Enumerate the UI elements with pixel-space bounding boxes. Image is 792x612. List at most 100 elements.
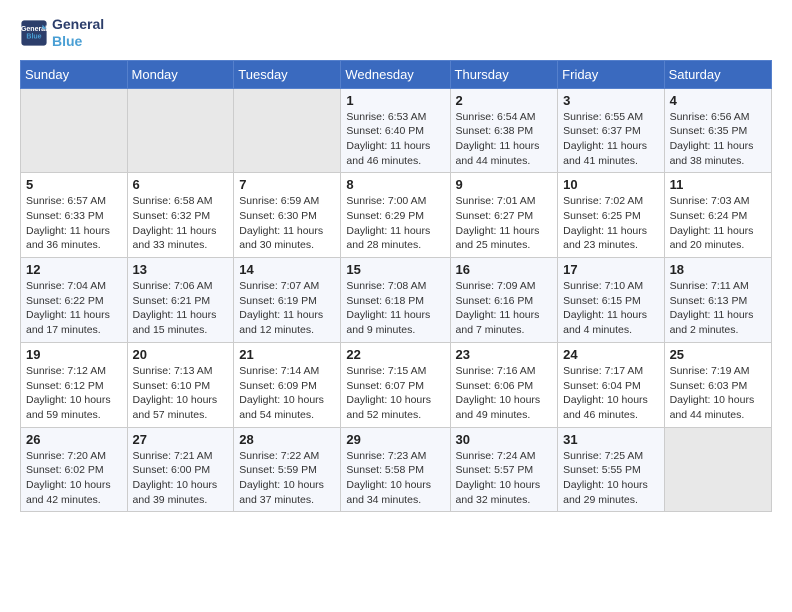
day-info: Sunrise: 6:58 AM Sunset: 6:32 PM Dayligh…: [133, 194, 229, 253]
day-number: 23: [456, 347, 553, 362]
calendar-header: SundayMondayTuesdayWednesdayThursdayFrid…: [21, 60, 772, 88]
day-info: Sunrise: 7:17 AM Sunset: 6:04 PM Dayligh…: [563, 364, 658, 423]
calendar-cell: 5 Sunrise: 6:57 AM Sunset: 6:33 PM Daylig…: [21, 173, 128, 258]
calendar-cell: 16Sunrise: 7:09 AM Sunset: 6:16 PM Dayli…: [450, 258, 558, 343]
day-info: Sunrise: 7:01 AM Sunset: 6:27 PM Dayligh…: [456, 194, 553, 253]
day-info: Sunrise: 7:25 AM Sunset: 5:55 PM Dayligh…: [563, 449, 658, 508]
weekday-header-saturday: Saturday: [664, 60, 771, 88]
weekday-header-thursday: Thursday: [450, 60, 558, 88]
calendar-week-5: 26Sunrise: 7:20 AM Sunset: 6:02 PM Dayli…: [21, 427, 772, 512]
day-number: 8: [346, 177, 444, 192]
day-number: 6: [133, 177, 229, 192]
day-number: 21: [239, 347, 335, 362]
day-number: 3: [563, 93, 658, 108]
calendar-cell: 15Sunrise: 7:08 AM Sunset: 6:18 PM Dayli…: [341, 258, 450, 343]
day-info: Sunrise: 7:15 AM Sunset: 6:07 PM Dayligh…: [346, 364, 444, 423]
day-info: Sunrise: 6:56 AM Sunset: 6:35 PM Dayligh…: [670, 110, 766, 169]
calendar-cell: [21, 88, 128, 173]
day-info: Sunrise: 6:57 AM Sunset: 6:33 PM Dayligh…: [26, 194, 122, 253]
day-info: Sunrise: 7:23 AM Sunset: 5:58 PM Dayligh…: [346, 449, 444, 508]
calendar-table: SundayMondayTuesdayWednesdayThursdayFrid…: [20, 60, 772, 513]
day-number: 19: [26, 347, 122, 362]
weekday-header-monday: Monday: [127, 60, 234, 88]
day-number: 1: [346, 93, 444, 108]
calendar-cell: 23 Sunrise: 7:16 AM Sunset: 6:06 PM Dayli…: [450, 342, 558, 427]
day-number: 10: [563, 177, 658, 192]
calendar-cell: [664, 427, 771, 512]
calendar-cell: [127, 88, 234, 173]
weekday-header-sunday: Sunday: [21, 60, 128, 88]
calendar-cell: 29 Sunrise: 7:23 AM Sunset: 5:58 PM Dayli…: [341, 427, 450, 512]
calendar-cell: 12 Sunrise: 7:04 AM Sunset: 6:22 PM Dayli…: [21, 258, 128, 343]
calendar-cell: 21 Sunrise: 7:14 AM Sunset: 6:09 PM Dayli…: [234, 342, 341, 427]
logo: General Blue GeneralBlue: [20, 16, 104, 50]
calendar-cell: 20Sunrise: 7:13 AM Sunset: 6:10 PM Dayli…: [127, 342, 234, 427]
day-number: 12: [26, 262, 122, 277]
calendar-cell: 6 Sunrise: 6:58 AM Sunset: 6:32 PM Daylig…: [127, 173, 234, 258]
day-number: 31: [563, 432, 658, 447]
day-info: Sunrise: 7:13 AM Sunset: 6:10 PM Dayligh…: [133, 364, 229, 423]
day-number: 9: [456, 177, 553, 192]
day-number: 22: [346, 347, 444, 362]
calendar-cell: 7Sunrise: 6:59 AM Sunset: 6:30 PM Daylig…: [234, 173, 341, 258]
day-number: 14: [239, 262, 335, 277]
calendar-cell: 3Sunrise: 6:55 AM Sunset: 6:37 PM Daylig…: [558, 88, 664, 173]
calendar-week-1: 1 Sunrise: 6:53 AM Sunset: 6:40 PM Daylig…: [21, 88, 772, 173]
logo-text: GeneralBlue: [52, 16, 104, 50]
calendar-cell: 26Sunrise: 7:20 AM Sunset: 6:02 PM Dayli…: [21, 427, 128, 512]
calendar-cell: 17 Sunrise: 7:10 AM Sunset: 6:15 PM Dayli…: [558, 258, 664, 343]
day-number: 29: [346, 432, 444, 447]
calendar-cell: 27 Sunrise: 7:21 AM Sunset: 6:00 PM Dayli…: [127, 427, 234, 512]
day-info: Sunrise: 7:24 AM Sunset: 5:57 PM Dayligh…: [456, 449, 553, 508]
weekday-header-row: SundayMondayTuesdayWednesdayThursdayFrid…: [21, 60, 772, 88]
calendar-cell: [234, 88, 341, 173]
day-info: Sunrise: 7:16 AM Sunset: 6:06 PM Dayligh…: [456, 364, 553, 423]
calendar-cell: 18Sunrise: 7:11 AM Sunset: 6:13 PM Dayli…: [664, 258, 771, 343]
day-info: Sunrise: 7:10 AM Sunset: 6:15 PM Dayligh…: [563, 279, 658, 338]
logo-icon: General Blue: [20, 19, 48, 47]
weekday-header-tuesday: Tuesday: [234, 60, 341, 88]
calendar-cell: 25 Sunrise: 7:19 AM Sunset: 6:03 PM Dayli…: [664, 342, 771, 427]
calendar-cell: 13 Sunrise: 7:06 AM Sunset: 6:21 PM Dayli…: [127, 258, 234, 343]
day-info: Sunrise: 6:53 AM Sunset: 6:40 PM Dayligh…: [346, 110, 444, 169]
day-number: 30: [456, 432, 553, 447]
day-info: Sunrise: 7:09 AM Sunset: 6:16 PM Dayligh…: [456, 279, 553, 338]
calendar-cell: 19 Sunrise: 7:12 AM Sunset: 6:12 PM Dayli…: [21, 342, 128, 427]
calendar-week-2: 5 Sunrise: 6:57 AM Sunset: 6:33 PM Daylig…: [21, 173, 772, 258]
calendar-cell: 14 Sunrise: 7:07 AM Sunset: 6:19 PM Dayli…: [234, 258, 341, 343]
day-info: Sunrise: 6:54 AM Sunset: 6:38 PM Dayligh…: [456, 110, 553, 169]
day-info: Sunrise: 7:03 AM Sunset: 6:24 PM Dayligh…: [670, 194, 766, 253]
day-number: 25: [670, 347, 766, 362]
calendar-cell: 11Sunrise: 7:03 AM Sunset: 6:24 PM Dayli…: [664, 173, 771, 258]
calendar-cell: 8 Sunrise: 7:00 AM Sunset: 6:29 PM Daylig…: [341, 173, 450, 258]
weekday-header-friday: Friday: [558, 60, 664, 88]
day-info: Sunrise: 7:12 AM Sunset: 6:12 PM Dayligh…: [26, 364, 122, 423]
day-info: Sunrise: 7:20 AM Sunset: 6:02 PM Dayligh…: [26, 449, 122, 508]
day-number: 2: [456, 93, 553, 108]
day-info: Sunrise: 7:19 AM Sunset: 6:03 PM Dayligh…: [670, 364, 766, 423]
day-info: Sunrise: 7:21 AM Sunset: 6:00 PM Dayligh…: [133, 449, 229, 508]
day-info: Sunrise: 7:14 AM Sunset: 6:09 PM Dayligh…: [239, 364, 335, 423]
day-number: 24: [563, 347, 658, 362]
calendar-cell: 1 Sunrise: 6:53 AM Sunset: 6:40 PM Daylig…: [341, 88, 450, 173]
day-info: Sunrise: 7:00 AM Sunset: 6:29 PM Dayligh…: [346, 194, 444, 253]
day-info: Sunrise: 7:07 AM Sunset: 6:19 PM Dayligh…: [239, 279, 335, 338]
day-info: Sunrise: 7:06 AM Sunset: 6:21 PM Dayligh…: [133, 279, 229, 338]
day-number: 13: [133, 262, 229, 277]
calendar-cell: 30 Sunrise: 7:24 AM Sunset: 5:57 PM Dayli…: [450, 427, 558, 512]
calendar-cell: 9 Sunrise: 7:01 AM Sunset: 6:27 PM Daylig…: [450, 173, 558, 258]
day-info: Sunrise: 7:11 AM Sunset: 6:13 PM Dayligh…: [670, 279, 766, 338]
calendar-cell: 24 Sunrise: 7:17 AM Sunset: 6:04 PM Dayli…: [558, 342, 664, 427]
svg-text:Blue: Blue: [26, 33, 41, 40]
day-info: Sunrise: 6:59 AM Sunset: 6:30 PM Dayligh…: [239, 194, 335, 253]
day-info: Sunrise: 7:04 AM Sunset: 6:22 PM Dayligh…: [26, 279, 122, 338]
day-number: 27: [133, 432, 229, 447]
calendar-cell: 31 Sunrise: 7:25 AM Sunset: 5:55 PM Dayli…: [558, 427, 664, 512]
day-number: 5: [26, 177, 122, 192]
page-header: General Blue GeneralBlue: [20, 16, 772, 50]
day-number: 17: [563, 262, 658, 277]
calendar-cell: 10 Sunrise: 7:02 AM Sunset: 6:25 PM Dayli…: [558, 173, 664, 258]
calendar-week-3: 12 Sunrise: 7:04 AM Sunset: 6:22 PM Dayli…: [21, 258, 772, 343]
day-info: Sunrise: 7:02 AM Sunset: 6:25 PM Dayligh…: [563, 194, 658, 253]
calendar-week-4: 19 Sunrise: 7:12 AM Sunset: 6:12 PM Dayli…: [21, 342, 772, 427]
